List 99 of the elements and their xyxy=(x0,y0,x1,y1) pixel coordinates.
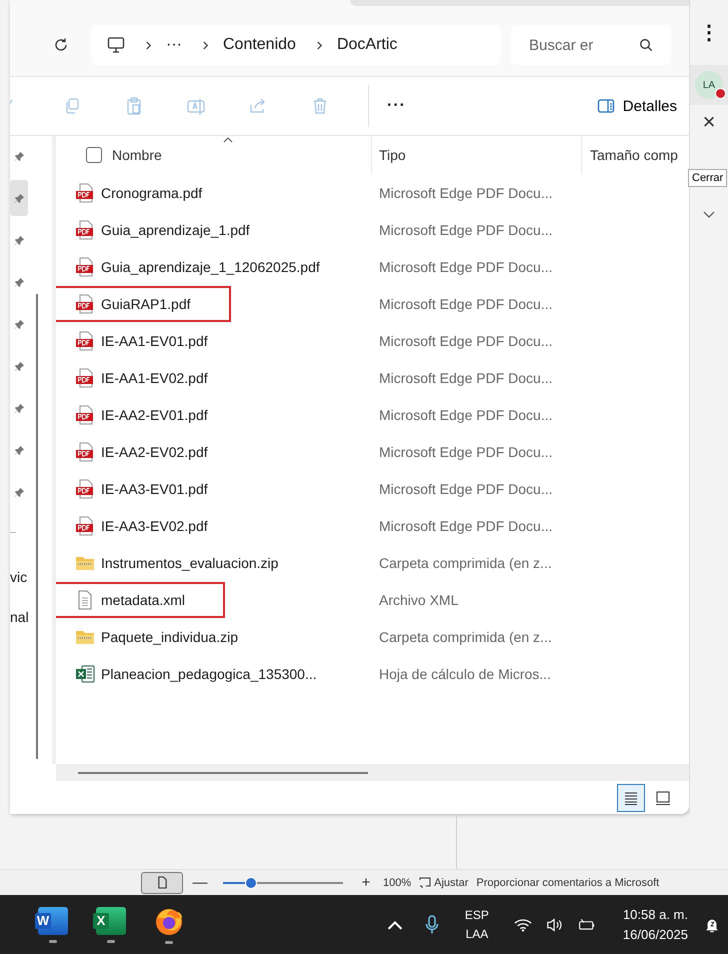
tiles-icon xyxy=(655,790,671,806)
breadcrumb-item[interactable]: Contenido xyxy=(222,36,296,54)
close-pane-button[interactable]: Cerrar xyxy=(688,169,728,187)
panel-icon xyxy=(596,97,615,115)
pdf-file-icon xyxy=(75,256,95,276)
pdf-file-icon xyxy=(75,220,95,240)
file-name[interactable]: Instrumentos_evaluacion.zip xyxy=(101,554,278,570)
pdf-file-icon xyxy=(75,404,95,424)
status-dot-icon xyxy=(715,88,726,99)
file-name[interactable]: metadata.xml xyxy=(101,592,186,608)
file-name[interactable]: IE-AA3-EV02.pdf xyxy=(101,518,208,534)
file-name[interactable]: Guia_aprendizaje_1.pdf xyxy=(101,222,250,238)
breadcrumb-item[interactable]: DocArtic xyxy=(336,36,398,54)
pinned-item[interactable] xyxy=(10,180,28,216)
column-header[interactable]: Tamaño comp xyxy=(590,147,678,163)
zoom-slider[interactable] xyxy=(223,876,343,890)
fit-button[interactable]: Ajustar xyxy=(434,876,468,889)
more-button[interactable]: ··· xyxy=(387,97,406,115)
list-icon xyxy=(623,790,639,806)
pdf-file-icon xyxy=(75,478,95,498)
file-type: Microsoft Edge PDF Docu... xyxy=(379,258,553,274)
page-view-button[interactable] xyxy=(141,872,183,894)
spreadsheet-icon xyxy=(75,664,95,684)
file-name[interactable]: IE-AA1-EV02.pdf xyxy=(101,370,208,386)
column-header[interactable]: Tipo xyxy=(379,147,406,163)
pin-icon xyxy=(14,360,24,372)
file-type: Carpeta comprimida (en z... xyxy=(379,554,552,570)
excel-app-icon[interactable]: X xyxy=(96,906,126,934)
file-type: Microsoft Edge PDF Docu... xyxy=(379,222,553,238)
file-type: Microsoft Edge PDF Docu... xyxy=(379,480,553,496)
nav-label[interactable]: vic xyxy=(10,567,28,607)
file-name[interactable]: IE-AA2-EV01.pdf xyxy=(101,406,208,422)
file-type: Microsoft Edge PDF Docu... xyxy=(379,370,553,386)
pdf-file-icon xyxy=(75,442,95,462)
sort-up-icon xyxy=(223,137,233,143)
file-name[interactable]: IE-AA1-EV01.pdf xyxy=(101,332,208,348)
battery-icon[interactable] xyxy=(578,916,596,932)
file-name[interactable]: IE-AA2-EV02.pdf xyxy=(101,444,208,460)
file-type: Microsoft Edge PDF Docu... xyxy=(379,184,553,200)
file-name[interactable]: Paquete_individua.zip xyxy=(101,628,238,644)
chevron-right-icon xyxy=(202,40,209,50)
pin-icon xyxy=(14,444,24,456)
pdf-file-icon xyxy=(75,182,95,202)
close-button[interactable]: × xyxy=(702,109,716,135)
pin-icon xyxy=(14,402,24,414)
fit-icon xyxy=(419,876,432,889)
clock-time[interactable]: 10:58 a. m. xyxy=(622,904,688,924)
chevron-right-icon xyxy=(145,40,152,50)
file-type: Carpeta comprimida (en z... xyxy=(379,628,552,644)
pdf-file-icon xyxy=(75,516,95,536)
wifi-icon[interactable] xyxy=(514,916,532,932)
file-type: Microsoft Edge PDF Docu... xyxy=(379,406,553,422)
pdf-file-icon xyxy=(75,294,95,314)
file-type: Archivo XML xyxy=(379,592,458,608)
search-icon[interactable] xyxy=(639,38,653,52)
pin-icon xyxy=(14,192,24,204)
horizontal-scrollbar[interactable] xyxy=(78,772,368,774)
zoom-out-button[interactable]: — xyxy=(191,874,209,892)
breadcrumb-item[interactable]: ··· xyxy=(166,36,182,54)
pin-icon xyxy=(14,150,24,162)
file-name[interactable]: Guia_aprendizaje_1_12062025.pdf xyxy=(101,258,320,274)
pin-icon xyxy=(14,318,24,330)
file-name[interactable]: GuiaRAP1.pdf xyxy=(101,296,190,312)
refresh-icon[interactable] xyxy=(53,37,69,53)
zoom-in-button[interactable]: + xyxy=(357,874,375,892)
file-name[interactable]: Cronograma.pdf xyxy=(101,184,202,200)
page-icon xyxy=(156,876,168,890)
address-bar[interactable]: ··· Contenido DocArtic xyxy=(91,25,501,65)
file-type: Microsoft Edge PDF Docu... xyxy=(379,296,553,312)
zoom-level[interactable]: 100% xyxy=(383,876,412,889)
user-avatar[interactable]: LA xyxy=(695,71,723,99)
file-type: Hoja de cálculo de Micros... xyxy=(379,666,551,682)
pdf-file-icon xyxy=(75,330,95,350)
file-type: Microsoft Edge PDF Docu... xyxy=(379,332,553,348)
pdf-file-icon xyxy=(75,368,95,388)
file-type: Microsoft Edge PDF Docu... xyxy=(379,518,553,534)
computer-icon xyxy=(107,36,125,54)
file-name[interactable]: IE-AA3-EV01.pdf xyxy=(101,480,208,496)
file-type: Microsoft Edge PDF Docu... xyxy=(379,444,553,460)
more-menu-button[interactable]: ⋮ xyxy=(699,20,719,45)
file-name[interactable]: Planeacion_pedagogica_135300... xyxy=(101,666,317,682)
chevron-right-icon xyxy=(316,40,323,50)
search-field[interactable]: Buscar er xyxy=(511,25,671,65)
pin-icon xyxy=(14,486,24,498)
pin-icon xyxy=(14,234,24,246)
details-button[interactable]: Detalles xyxy=(592,93,681,119)
nav-label[interactable]: nal xyxy=(10,607,29,647)
word-app-icon[interactable]: W xyxy=(38,906,68,934)
keyboard-language[interactable]: ESP xyxy=(464,906,489,924)
pin-icon xyxy=(14,276,24,288)
volume-icon[interactable] xyxy=(546,916,564,932)
clock-date[interactable]: 16/06/2025 xyxy=(622,924,688,944)
feedback-link[interactable]: Proporcionar comentarios a Microsoft xyxy=(476,876,660,889)
select-all-checkbox[interactable] xyxy=(86,147,102,163)
keyboard-layout[interactable]: LAA xyxy=(466,924,488,944)
chevron-down-icon[interactable] xyxy=(703,211,715,219)
microphone-icon[interactable] xyxy=(424,914,439,934)
column-header[interactable]: Nombre xyxy=(112,147,162,163)
details-view-button[interactable] xyxy=(617,784,645,812)
